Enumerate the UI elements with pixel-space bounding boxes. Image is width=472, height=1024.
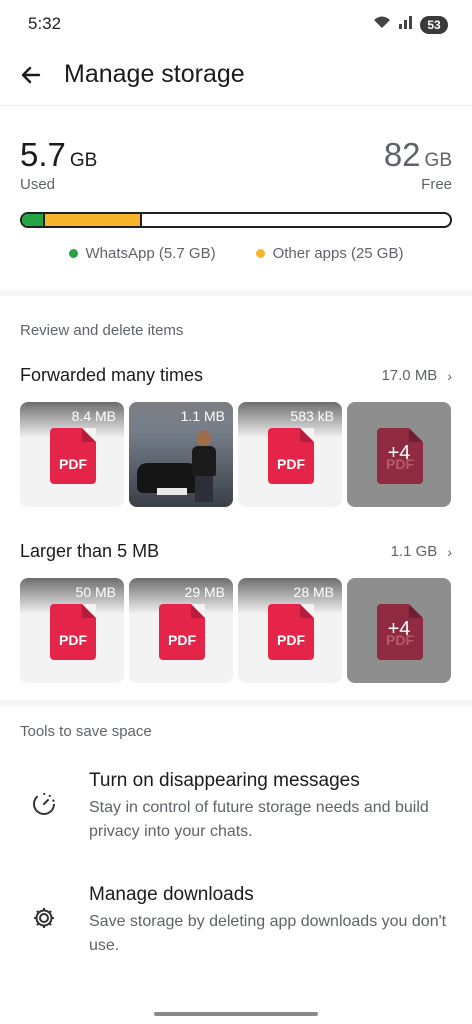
whatsapp-dot-icon [68,249,78,258]
thumbnail-pdf[interactable]: PDF 28 MB [238,578,342,683]
used-value: 5.7 [20,136,66,173]
gear-icon [30,904,58,932]
thumbnail-size: 28 MB [293,584,334,600]
chevron-right-icon: › [447,367,452,384]
free-value: 82 [383,136,421,173]
thumbnail-pdf[interactable]: PDF 29 MB [129,578,233,683]
legend-other-apps: Other apps (25 GB) [255,245,404,262]
status-bar: 5:32 53 [0,0,472,50]
pdf-icon: PDF [159,604,205,660]
back-button[interactable] [16,60,46,90]
downloads-desc: Save storage by deleting app downloads y… [89,913,447,954]
larger-size-group: 1.1 GB › [391,543,452,560]
battery-indicator: 53 [420,15,448,34]
arrow-back-icon [21,66,41,84]
used-label: Used [20,176,56,193]
thumbnail-size: 583 kB [290,408,334,424]
section-divider [0,700,472,706]
legend-other-label: Other apps (25 GB) [272,245,404,262]
larger-row[interactable]: Larger than 5 MB 1.1 GB › [20,541,452,562]
other-apps-dot-icon [255,249,265,258]
free-unit: GB [424,150,452,171]
legend-whatsapp-label: WhatsApp (5.7 GB) [85,245,216,262]
more-count: +4 [387,618,411,640]
disappearing-desc: Stay in control of future storage needs … [89,799,429,840]
forwarded-thumbnails: PDF 8.4 MB 1.1 MB PDF 583 kB PDF +4 [20,402,451,507]
thumbnail-pdf[interactable]: PDF 50 MB [20,578,124,683]
used-amount: 5.7 GB [20,136,97,174]
pdf-icon: PDF [268,428,314,484]
thumbnail-more[interactable]: PDF +4 [347,578,451,683]
app-bar: Manage storage [0,50,472,106]
thumbnail-size: 8.4 MB [71,408,116,424]
storage-bar [20,212,452,228]
thumbnail-size: 1.1 MB [180,408,225,424]
storage-bar-other-apps [45,214,140,226]
more-count: +4 [387,442,411,464]
pdf-icon: PDF [268,604,314,660]
storage-bar-whatsapp [22,214,44,226]
free-label: Free [421,176,452,193]
larger-thumbnails: PDF 50 MB PDF 29 MB PDF 28 MB PDF +4 [20,578,451,683]
disappearing-messages-item[interactable]: Turn on disappearing messages Stay in co… [0,770,472,850]
thumbnail-pdf[interactable]: PDF 583 kB [238,402,342,507]
status-icons: 53 [372,14,448,35]
forwarded-size: 17.0 MB [381,367,438,384]
review-section-label: Review and delete items [20,322,184,339]
timer-icon [30,790,58,818]
pdf-icon-label: PDF [168,632,196,648]
thumbnail-photo[interactable]: 1.1 MB [129,402,233,507]
thumbnail-size: 50 MB [75,584,116,600]
status-time: 5:32 [28,14,62,33]
pdf-icon-label: PDF [277,456,305,472]
person-shape [191,430,217,502]
used-unit: GB [69,150,98,171]
page-title: Manage storage [64,60,245,88]
pdf-icon-label: PDF [277,632,305,648]
storage-legend: WhatsApp (5.7 GB) Other apps (25 GB) [0,245,472,262]
forwarded-size-group: 17.0 MB › [381,367,452,384]
legend-whatsapp: WhatsApp (5.7 GB) [68,245,216,262]
home-indicator[interactable] [154,1012,318,1016]
manage-downloads-item[interactable]: Manage downloads Save storage by deletin… [0,884,472,964]
storage-usage-card: 5.7 GB Used 82 GB Free WhatsApp (5.7 GB) O… [0,106,472,296]
disappearing-title: Turn on disappearing messages [89,770,360,791]
wifi-icon [372,14,392,35]
larger-title: Larger than 5 MB [20,541,160,561]
thumbnail-size: 29 MB [184,584,225,600]
pdf-icon-label: PDF [59,632,87,648]
downloads-title: Manage downloads [89,884,254,905]
thumbnail-more[interactable]: PDF +4 [347,402,451,507]
chevron-right-icon: › [447,543,452,560]
storage-bar-divider [139,214,142,226]
thumbnail-pdf[interactable]: PDF 8.4 MB [20,402,124,507]
free-amount: 82 GB [384,136,452,174]
tools-section-label: Tools to save space [20,723,152,740]
forwarded-row[interactable]: Forwarded many times 17.0 MB › [20,365,452,386]
pdf-icon: PDF [50,428,96,484]
pdf-icon-label: PDF [59,456,87,472]
pdf-icon: PDF [50,604,96,660]
signal-icon [398,14,414,35]
forwarded-title: Forwarded many times [20,365,204,385]
larger-size: 1.1 GB [390,543,438,560]
